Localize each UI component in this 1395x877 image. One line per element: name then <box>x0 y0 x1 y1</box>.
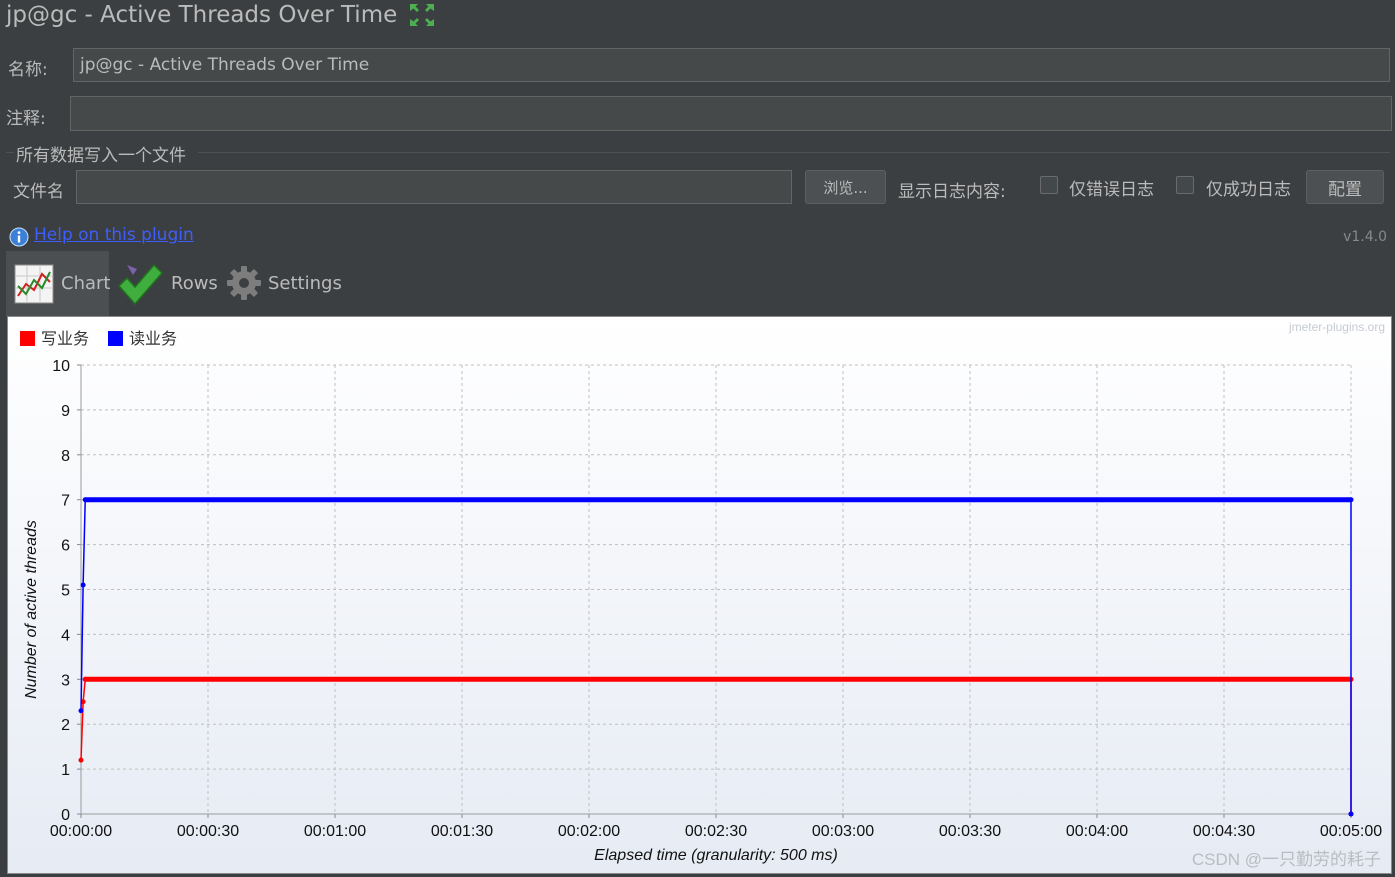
data-point <box>78 757 84 763</box>
section-divider-left <box>6 152 14 153</box>
tab-rows[interactable]: Rows <box>116 256 218 311</box>
tab-rows-label: Rows <box>171 273 218 294</box>
y-tick-label: 6 <box>61 538 70 555</box>
x-tick-label: 00:00:00 <box>50 823 112 840</box>
success-only-label: 仅成功日志 <box>1206 180 1291 200</box>
x-tick-label: 00:02:30 <box>685 823 747 840</box>
window-title: jp@gc - Active Threads Over Time <box>6 2 398 28</box>
tab-settings-label: Settings <box>268 272 342 294</box>
expand-icon[interactable] <box>408 2 436 28</box>
info-icon <box>9 227 29 247</box>
data-point <box>82 497 88 503</box>
y-tick-label: 4 <box>61 627 70 644</box>
configure-button[interactable]: 配置 <box>1306 170 1384 204</box>
comment-label: 注释: <box>6 109 46 129</box>
browse-button[interactable]: 浏览... <box>805 170 886 204</box>
y-axis-label: Number of active threads <box>23 520 40 699</box>
x-tick-label: 00:03:30 <box>939 823 1001 840</box>
y-tick-label: 1 <box>61 762 70 779</box>
log-content-label: 显示日志内容: <box>898 182 1006 202</box>
filename-label: 文件名 <box>13 182 64 202</box>
version-label: v1.4.0 <box>1343 229 1387 245</box>
x-axis-label: Elapsed time (granularity: 500 ms) <box>594 847 838 864</box>
help-link[interactable]: Help on this plugin <box>34 225 194 245</box>
legend-swatch-1 <box>20 331 35 346</box>
errors-only-checkbox[interactable] <box>1040 176 1058 194</box>
tab-chart-label: Chart <box>61 273 111 294</box>
name-field[interactable]: jp@gc - Active Threads Over Time <box>73 48 1390 82</box>
y-tick-label: 2 <box>61 717 70 734</box>
x-tick-label: 00:04:00 <box>1066 823 1128 840</box>
name-label: 名称: <box>8 60 48 80</box>
data-point <box>1348 497 1354 503</box>
y-tick-label: 10 <box>52 358 70 375</box>
y-tick-label: 9 <box>61 403 70 420</box>
file-section-title: 所有数据写入一个文件 <box>16 146 186 166</box>
tab-chart[interactable]: Chart <box>6 251 111 316</box>
errors-only-label: 仅错误日志 <box>1069 180 1154 200</box>
checkmark-icon <box>116 260 164 308</box>
filename-field[interactable] <box>76 170 792 204</box>
line-chart-icon <box>14 264 54 304</box>
x-tick-label: 00:01:00 <box>304 823 366 840</box>
legend-label-2: 读业务 <box>129 330 177 348</box>
y-tick-label: 5 <box>61 583 70 600</box>
x-tick-label: 00:00:30 <box>177 823 239 840</box>
y-tick-label: 3 <box>61 672 70 689</box>
y-tick-label: 7 <box>61 493 70 510</box>
success-only-checkbox[interactable] <box>1176 176 1194 194</box>
data-point <box>80 582 86 588</box>
section-divider-right <box>198 152 1390 153</box>
x-tick-label: 00:02:00 <box>558 823 620 840</box>
legend-swatch-2 <box>108 331 123 346</box>
data-point <box>82 676 88 682</box>
active-threads-chart: jmeter-plugins.org 写业务 读业务 0 1 2 3 4 5 6 7 8 9 10 00:0… <box>20 320 1385 869</box>
comment-field[interactable] <box>70 96 1392 131</box>
footer-watermark: CSDN @一只勤劳的耗子 <box>1192 850 1381 869</box>
gear-icon <box>226 265 262 301</box>
watermark: jmeter-plugins.org <box>1288 320 1385 334</box>
data-point <box>1348 811 1354 817</box>
x-tick-label: 00:05:00 <box>1320 823 1382 840</box>
x-tick-label: 00:03:00 <box>812 823 874 840</box>
x-tick-label: 00:04:30 <box>1193 823 1255 840</box>
x-tick-label: 00:01:30 <box>431 823 493 840</box>
tab-settings[interactable]: Settings <box>226 263 342 303</box>
y-tick-label: 0 <box>61 807 70 824</box>
y-tick-label: 8 <box>61 448 70 465</box>
legend-label-1: 写业务 <box>41 330 89 348</box>
chart-panel: jmeter-plugins.org 写业务 读业务 0 1 2 3 4 5 6 7 8 9 10 00:0… <box>7 316 1392 874</box>
data-point <box>78 708 84 714</box>
